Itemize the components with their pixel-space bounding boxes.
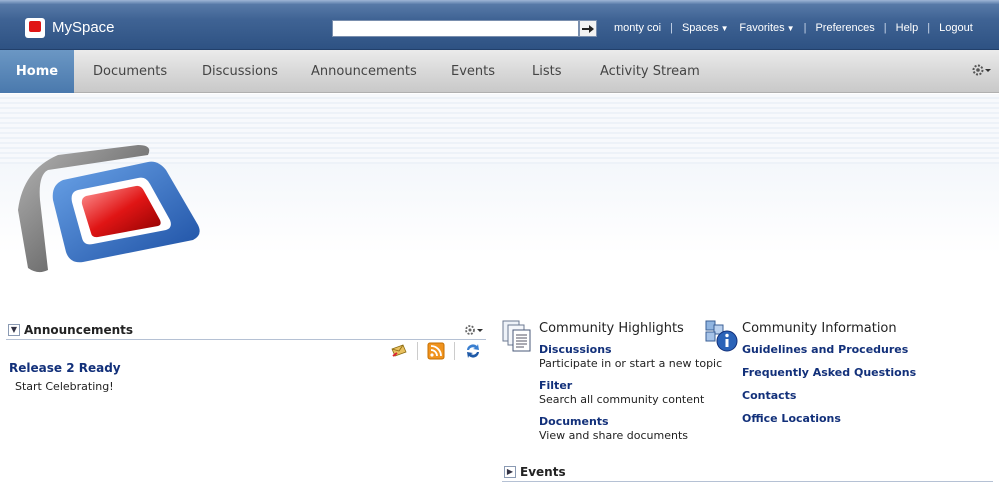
tab-discussions[interactable]: Discussions — [202, 50, 278, 93]
expand-chevron-right-icon[interactable]: ▶ — [504, 466, 516, 478]
highlight-filter-link[interactable]: Filter — [539, 379, 572, 392]
top-bar-highlight — [0, 0, 999, 4]
top-links: monty coi | Spaces▼ | Favorites▼ | Prefe… — [614, 22, 973, 34]
envelope-icon[interactable] — [390, 342, 408, 360]
highlight-discussions-link[interactable]: Discussions — [539, 343, 612, 356]
arrow-right-icon — [582, 24, 594, 33]
divider: | — [670, 22, 673, 34]
spaces-menu[interactable]: Spaces ▼ — [682, 22, 729, 34]
main-nav: Home Documents Discussions Announcements… — [0, 50, 999, 93]
preferences-link[interactable]: Preferences — [815, 22, 874, 34]
highlight-documents-desc: View and share documents — [539, 429, 689, 442]
divider: | — [927, 22, 931, 34]
announcement-title-link[interactable]: Release 2 Ready — [9, 361, 121, 375]
rss-icon[interactable] — [427, 342, 445, 360]
highlight-documents-link[interactable]: Documents — [539, 415, 609, 428]
search-go-button[interactable] — [579, 20, 597, 37]
favorites-label: Favorites — [739, 22, 785, 34]
highlights-title: Community Highlights — [539, 321, 684, 336]
chevron-down-icon: ▼ — [786, 24, 795, 33]
announcements-header: ▼ Announcements — [6, 322, 486, 340]
divider — [454, 342, 455, 360]
refresh-icon[interactable] — [464, 342, 482, 360]
announcements-toolbar — [390, 342, 482, 360]
info-link-office-locations[interactable]: Office Locations — [742, 412, 841, 425]
community-logo-icon — [18, 145, 200, 273]
divider: | — [803, 22, 807, 34]
help-link[interactable]: Help — [896, 22, 919, 34]
events-header: ▶ Events — [502, 464, 993, 482]
app-brand[interactable]: MySpace — [52, 19, 115, 36]
info-title: Community Information — [742, 321, 897, 336]
announcements-title: Announcements — [24, 323, 134, 337]
info-link-contacts[interactable]: Contacts — [742, 389, 796, 402]
spaces-label: Spaces — [681, 22, 719, 34]
logout-link[interactable]: Logout — [939, 22, 973, 34]
info-link-guidelines[interactable]: Guidelines and Procedures — [742, 343, 908, 356]
gear-icon[interactable] — [464, 323, 484, 337]
info-icon — [705, 320, 738, 352]
divider — [417, 342, 418, 360]
user-link[interactable]: monty coi — [614, 22, 661, 34]
search-input[interactable] — [332, 20, 579, 37]
divider: | — [883, 22, 887, 34]
favorites-menu[interactable]: Favorites ▼ — [739, 22, 794, 34]
info-link-faq[interactable]: Frequently Asked Questions — [742, 366, 916, 379]
tab-documents[interactable]: Documents — [93, 50, 167, 93]
tab-announcements[interactable]: Announcements — [311, 50, 417, 93]
top-bar: MySpace monty coi | Spaces▼ | Favorites▼… — [0, 0, 999, 50]
tab-activity-stream[interactable]: Activity Stream — [600, 50, 700, 93]
tab-events[interactable]: Events — [451, 50, 495, 93]
documents-icon — [502, 320, 531, 352]
app-logo-icon[interactable] — [25, 18, 45, 38]
gear-icon[interactable] — [971, 62, 991, 78]
chevron-down-icon: ▼ — [720, 24, 729, 33]
highlight-discussions-desc: Participate in or start a new topic — [539, 357, 723, 370]
highlight-filter-desc: Search all community content — [539, 393, 705, 406]
announcement-body: Start Celebrating! — [15, 380, 114, 393]
collapse-chevron-down-icon[interactable]: ▼ — [8, 324, 20, 336]
events-title: Events — [520, 465, 566, 479]
tab-home[interactable]: Home — [0, 50, 74, 93]
tab-lists[interactable]: Lists — [532, 50, 562, 93]
